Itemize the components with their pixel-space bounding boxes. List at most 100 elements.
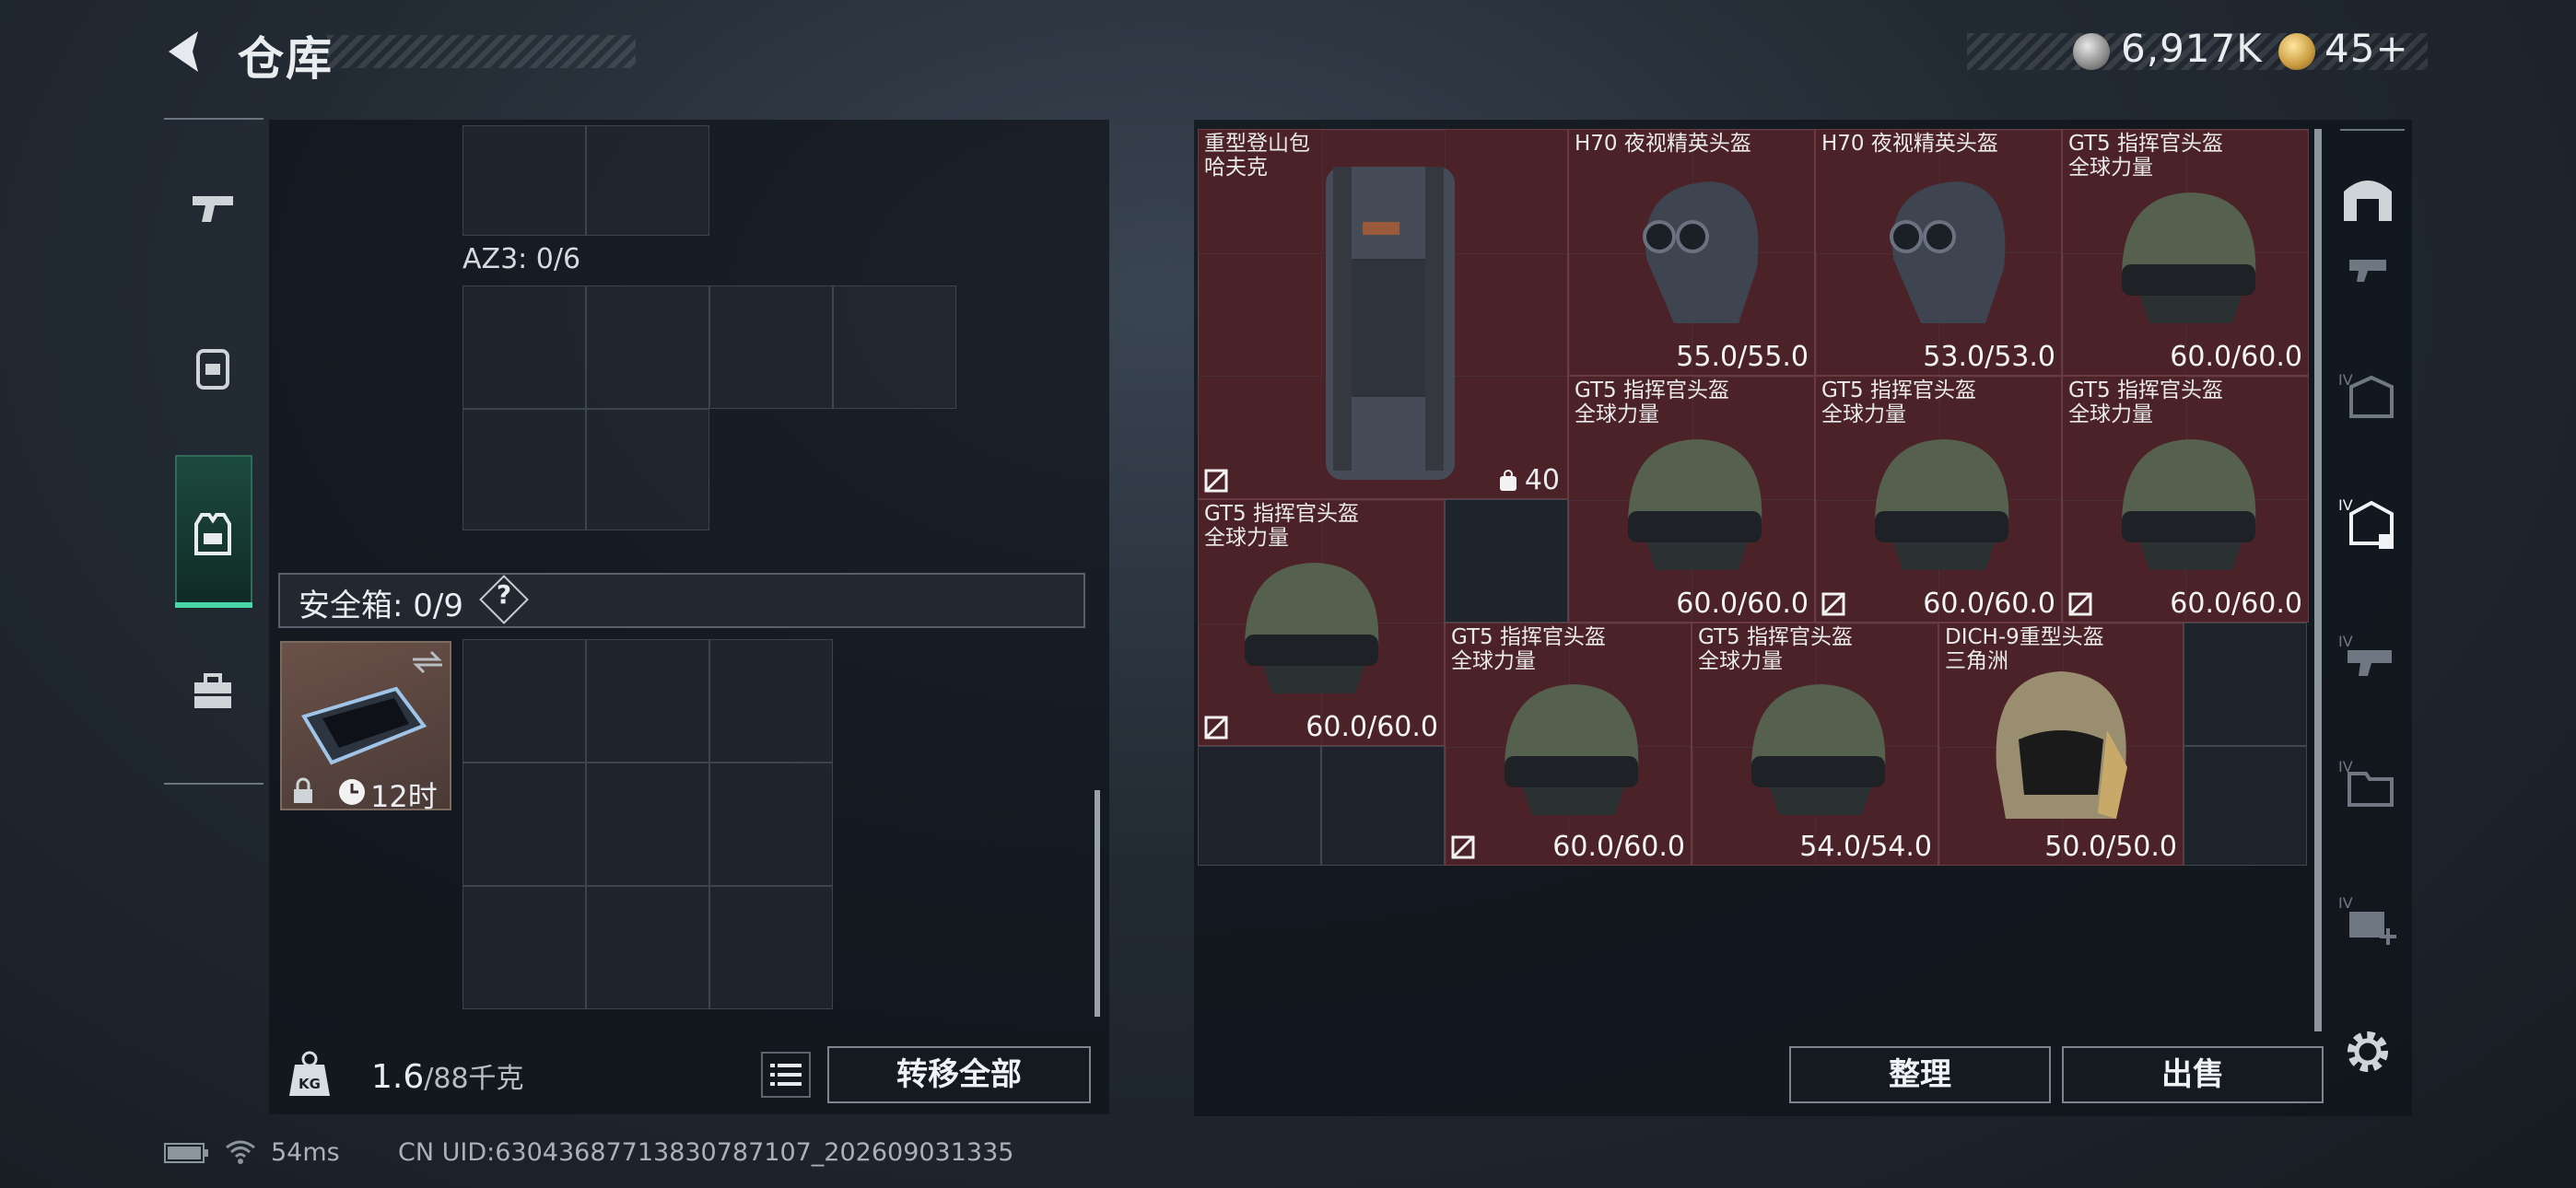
item-name: GT5 指挥官头盔 全球力量 — [1821, 379, 1976, 426]
weight-capacity: /88千克 — [424, 1063, 524, 1095]
grid-slot[interactable] — [463, 763, 586, 886]
inventory-slot-empty[interactable] — [2184, 623, 2307, 746]
safe-box-label: 安全箱: 0/9 — [299, 588, 463, 624]
right-nav-divider — [2340, 129, 2405, 131]
pistol-icon — [193, 196, 233, 222]
safe-item-timer: 12时 — [370, 779, 438, 814]
item-helmet-h70[interactable]: H70 夜视精英头盔 55.0/55.0 — [1568, 129, 1815, 376]
grid-slot[interactable] — [463, 409, 586, 530]
ping-readout: 54ms — [271, 1138, 340, 1167]
sort-button[interactable]: 整理 — [1789, 1046, 2051, 1103]
back-arrow-icon — [169, 31, 198, 72]
inventory-slot-empty[interactable] — [1445, 499, 1568, 623]
item-durability: 60.0/60.0 — [2170, 341, 2302, 373]
gear-icon — [2348, 1031, 2388, 1072]
item-durability: 55.0/55.0 — [1676, 341, 1809, 373]
item-helmet-gt5[interactable]: GT5 指挥官头盔 全球力量 54.0/54.0 — [1692, 623, 1938, 866]
helmet-dich9-image — [1996, 671, 2127, 819]
grid-slot[interactable] — [586, 886, 709, 1009]
title-decoration — [327, 35, 636, 68]
page-title: 仓库 — [238, 32, 334, 86]
grid-slot[interactable] — [709, 886, 833, 1009]
grid-slot[interactable] — [586, 763, 709, 886]
tier-helmet-icon: IV — [2338, 496, 2394, 549]
no-insurance-icon — [2068, 592, 2092, 616]
grid-slot[interactable] — [709, 639, 833, 763]
right-nav-helmet-active[interactable]: IV — [2333, 488, 2403, 558]
weight-icon: KG — [286, 1048, 334, 1100]
helmet-nvg-image — [1890, 181, 2006, 323]
item-durability: 60.0/60.0 — [1923, 588, 2055, 620]
item-helmet-gt5[interactable]: GT5 指挥官头盔 全球力量 60.0/60.0 — [1445, 623, 1692, 866]
item-name: GT5 指挥官头盔 全球力量 — [1698, 625, 1853, 673]
right-nav-all[interactable] — [2333, 162, 2403, 232]
nav-pistol[interactable] — [181, 175, 245, 239]
item-helmet-gt5[interactable]: GT5 指挥官头盔 全球力量 60.0/60.0 — [1568, 376, 1815, 623]
item-helmet-h70[interactable]: H70 夜视精英头盔 53.0/53.0 — [1815, 129, 2062, 376]
svg-text:KG: KG — [299, 1076, 321, 1092]
helmet-gt5-image — [1751, 684, 1886, 815]
list-view-button[interactable] — [761, 1052, 811, 1098]
no-insurance-icon — [1451, 835, 1475, 859]
backpack-image — [1326, 167, 1455, 480]
storage-scrollbar[interactable] — [1095, 790, 1100, 1017]
inventory-slot-empty[interactable] — [1321, 746, 1445, 866]
item-durability: 60.0/60.0 — [1552, 831, 1685, 863]
item-helmet-dich9[interactable]: DICH-9重型头盔 三角洲 50.0/50.0 — [1938, 623, 2184, 866]
vest-icon — [194, 513, 231, 555]
safe-box-help-button[interactable]: ? — [486, 579, 521, 610]
grid-slot[interactable] — [833, 285, 956, 409]
grid-slot[interactable] — [463, 125, 586, 236]
item-name: 重型登山包 哈夫克 — [1204, 132, 1310, 180]
grid-slot[interactable] — [586, 285, 709, 409]
silver-coin-icon — [2073, 33, 2110, 70]
no-insurance-icon — [1204, 716, 1228, 740]
grid-slot[interactable] — [463, 639, 586, 763]
helmet-gt5-image — [1875, 439, 2009, 570]
item-helmet-gt5[interactable]: GT5 指挥官头盔 全球力量 60.0/60.0 — [2062, 129, 2309, 376]
sell-button[interactable]: 出售 — [2062, 1046, 2324, 1103]
item-helmet-gt5[interactable]: GT5 指挥官头盔 全球力量 60.0/60.0 — [1815, 376, 2062, 623]
weight-value: 1.6 — [371, 1058, 425, 1096]
nav-backpack[interactable] — [181, 335, 245, 400]
item-helmet-gt5[interactable]: GT5 指挥官头盔 全球力量 60.0/60.0 — [2062, 376, 2309, 623]
user-uid: CN UID:6304368771383078​7107_20260903133… — [398, 1138, 1014, 1167]
item-backpack[interactable]: 重型登山包 哈夫克 40 — [1198, 129, 1568, 499]
backpack-icon — [196, 349, 229, 390]
right-nav-category[interactable]: IV — [2333, 623, 2403, 693]
grid-slot[interactable] — [586, 409, 709, 530]
grid-slot[interactable] — [463, 285, 586, 409]
item-helmet-gt5[interactable]: GT5 指挥官头盔 全球力量 60.0/60.0 — [1198, 499, 1445, 746]
inventory-slot-empty[interactable] — [1198, 746, 1321, 866]
inventory-slot-empty[interactable] — [2184, 746, 2307, 866]
right-nav-category[interactable]: IV — [2333, 748, 2403, 818]
tier-gun-icon: IV — [2338, 633, 2392, 676]
grid-slot[interactable] — [586, 639, 709, 763]
item-name: GT5 指挥官头盔 全球力量 — [1575, 379, 1729, 426]
grid-slot[interactable] — [586, 125, 709, 236]
item-name: GT5 指挥官头盔 全球力量 — [1451, 625, 1606, 673]
inventory-scrollbar[interactable] — [2314, 129, 2322, 1031]
grid-slot[interactable] — [463, 886, 586, 1009]
transfer-all-button[interactable]: 转移全部 — [827, 1046, 1091, 1103]
nav-vest[interactable] — [181, 501, 245, 565]
gold-coin-icon — [2278, 33, 2315, 70]
right-nav-category[interactable] — [2333, 234, 2403, 304]
right-nav-category[interactable]: IV — [2333, 361, 2403, 431]
helmet-nvg-image — [1643, 181, 1759, 323]
grid-slot[interactable] — [709, 763, 833, 886]
case-icon — [194, 673, 231, 708]
currency-silver[interactable]: 6,917K — [2121, 26, 2263, 71]
safe-box-item[interactable]: 12时 — [280, 641, 451, 814]
back-button[interactable] — [161, 26, 213, 77]
settings-button[interactable] — [2333, 1017, 2403, 1087]
swap-icon — [413, 650, 442, 674]
svg-text:IV: IV — [2338, 633, 2353, 650]
nav-case[interactable] — [181, 659, 245, 724]
list-icon — [770, 1064, 802, 1086]
item-durability: 60.0/60.0 — [2170, 588, 2302, 620]
right-nav-category[interactable]: IV — [2333, 884, 2403, 954]
bag-capacity-icon — [1499, 469, 1516, 491]
currency-gold[interactable]: 45+ — [2324, 26, 2409, 71]
grid-slot[interactable] — [709, 285, 833, 409]
